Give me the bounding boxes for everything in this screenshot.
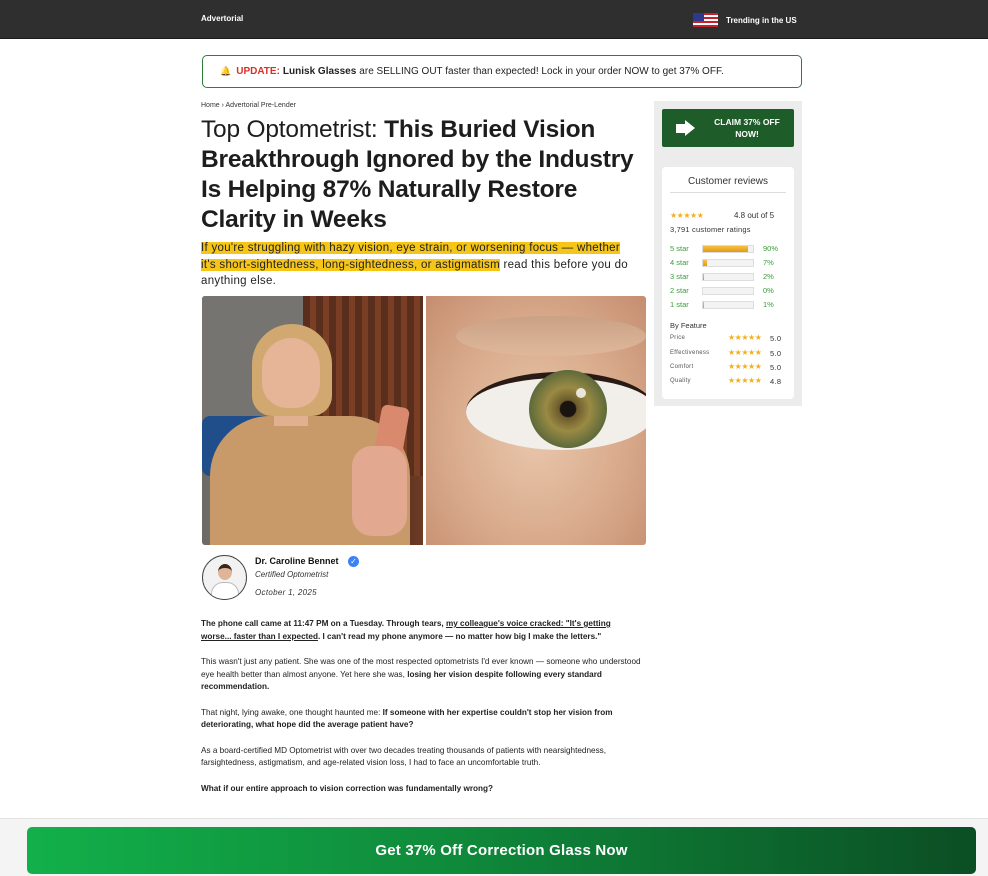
article-paragraph: This wasn't just any patient. She was on… [201, 656, 643, 694]
eye-closeup-photo [426, 296, 646, 545]
page-title: Top Optometrist: This Buried Vision Brea… [201, 115, 641, 235]
customer-reviews-panel: Customer reviews ★★★★★ 4.8 out of 5 3,79… [662, 167, 794, 399]
product-name: Lunisk Glasses [282, 66, 357, 77]
histogram-bar [702, 245, 754, 253]
arrow-right-icon [676, 120, 696, 137]
top-bar: Advertorial Trending in the US [0, 0, 988, 39]
histogram-label: 4 star [670, 258, 689, 267]
breadcrumb[interactable]: Home › Advertorial Pre-Lender [201, 102, 296, 109]
ratings-count: 3,791 customer ratings [670, 225, 751, 234]
sidebar: CLAIM 37% OFF NOW! Customer reviews ★★★★… [654, 101, 802, 406]
star-rating-icon: ★★★★★ [728, 376, 762, 385]
histogram-row[interactable]: 4 star 7% [670, 258, 786, 268]
us-flag-icon [693, 13, 718, 27]
reviews-title: Customer reviews [687, 176, 769, 187]
star-rating-icon: ★★★★★ [728, 348, 762, 357]
histogram-percent: 0% [763, 286, 774, 295]
avatar [202, 555, 247, 600]
histogram-percent: 90% [763, 244, 779, 253]
divider [670, 192, 786, 193]
star-rating-icon: ★★★★★ [728, 362, 762, 371]
by-feature-title: By Feature [670, 321, 707, 330]
feature-value: 5.0 [770, 349, 782, 358]
histogram-percent: 2% [763, 272, 774, 281]
feature-name: Effectiveness [670, 350, 710, 356]
histogram-row[interactable]: 2 star 0% [670, 286, 786, 296]
article-text: As a board-certified MD Optometrist with… [201, 745, 607, 768]
article-paragraph: That night, lying awake, one thought hau… [201, 707, 643, 732]
feature-rating-row: Quality ★★★★★ 4.8 [670, 376, 786, 388]
article-paragraph: What if our entire approach to vision co… [201, 783, 643, 796]
trending-label: Trending in the US [726, 15, 797, 25]
update-label: UPDATE: [236, 66, 280, 77]
feature-rating-row: Effectiveness ★★★★★ 5.0 [670, 348, 786, 360]
feature-name: Comfort [670, 364, 694, 370]
claim-discount-button[interactable]: CLAIM 37% OFF NOW! [662, 109, 794, 147]
star-rating-icon: ★★★★★ [728, 333, 762, 342]
feature-value: 5.0 [770, 363, 782, 372]
histogram-label: 3 star [670, 272, 689, 281]
feature-value: 4.8 [770, 377, 782, 386]
claim-button-label: CLAIM 37% OFF NOW! [714, 117, 780, 139]
update-banner: 🔔 UPDATE: Lunisk Glasses are SELLING OUT… [202, 55, 802, 88]
woman-with-phone-photo [202, 296, 423, 545]
histogram-label: 5 star [670, 244, 689, 253]
average-rating: ★★★★★ 4.8 out of 5 [670, 211, 774, 220]
histogram-bar [702, 301, 754, 309]
subheadline: If you're struggling with hazy vision, e… [201, 240, 631, 290]
histogram-label: 2 star [670, 286, 689, 295]
feature-value: 5.0 [770, 334, 782, 343]
star-rating-icon: ★★★★★ [670, 211, 704, 220]
histogram-bar [702, 259, 754, 267]
author-name: Dr. Caroline Bennet [255, 556, 339, 566]
histogram-row[interactable]: 1 star 1% [670, 300, 786, 310]
publish-date: October 1, 2025 [255, 588, 317, 597]
feature-rating-row: Comfort ★★★★★ 5.0 [670, 362, 786, 374]
author-role: Certified Optometrist [255, 570, 329, 579]
histogram-row[interactable]: 5 star 90% [670, 244, 786, 254]
article-text: What if our entire approach to vision co… [201, 783, 494, 793]
sticky-cta-bar: Get 37% Off Correction Glass Now [0, 818, 988, 876]
histogram-percent: 7% [763, 258, 774, 267]
feature-name: Price [670, 335, 686, 341]
feature-name: Quality [670, 378, 691, 384]
article-paragraph: The phone call came at 11:47 PM on a Tue… [201, 618, 643, 643]
verified-check-icon: ✓ [348, 556, 359, 567]
histogram-percent: 1% [763, 300, 774, 309]
trending-indicator: Trending in the US [693, 13, 797, 27]
article-text: The phone call came at 11:47 PM on a Tue… [201, 619, 444, 628]
article-text: . I can't read my phone anymore — no mat… [317, 631, 602, 641]
histogram-label: 1 star [670, 300, 689, 309]
hero-image [202, 296, 646, 545]
article-text: That night, lying awake, one thought hau… [201, 707, 381, 717]
histogram-row[interactable]: 3 star 2% [670, 272, 786, 282]
bell-icon: 🔔 [220, 66, 232, 76]
feature-rating-row: Price ★★★★★ 5.0 [670, 333, 786, 345]
get-discount-button[interactable]: Get 37% Off Correction Glass Now [27, 827, 976, 874]
histogram-bar [702, 287, 754, 295]
headline-prefix: Top Optometrist: [201, 116, 378, 143]
advertorial-label: Advertorial [201, 14, 244, 23]
article-body: The phone call came at 11:47 PM on a Tue… [201, 618, 643, 808]
article-paragraph: As a board-certified MD Optometrist with… [201, 745, 643, 770]
histogram-bar [702, 273, 754, 281]
average-rating-text: 4.8 out of 5 [734, 211, 775, 220]
update-text: are SELLING OUT faster than expected! Lo… [359, 66, 724, 77]
